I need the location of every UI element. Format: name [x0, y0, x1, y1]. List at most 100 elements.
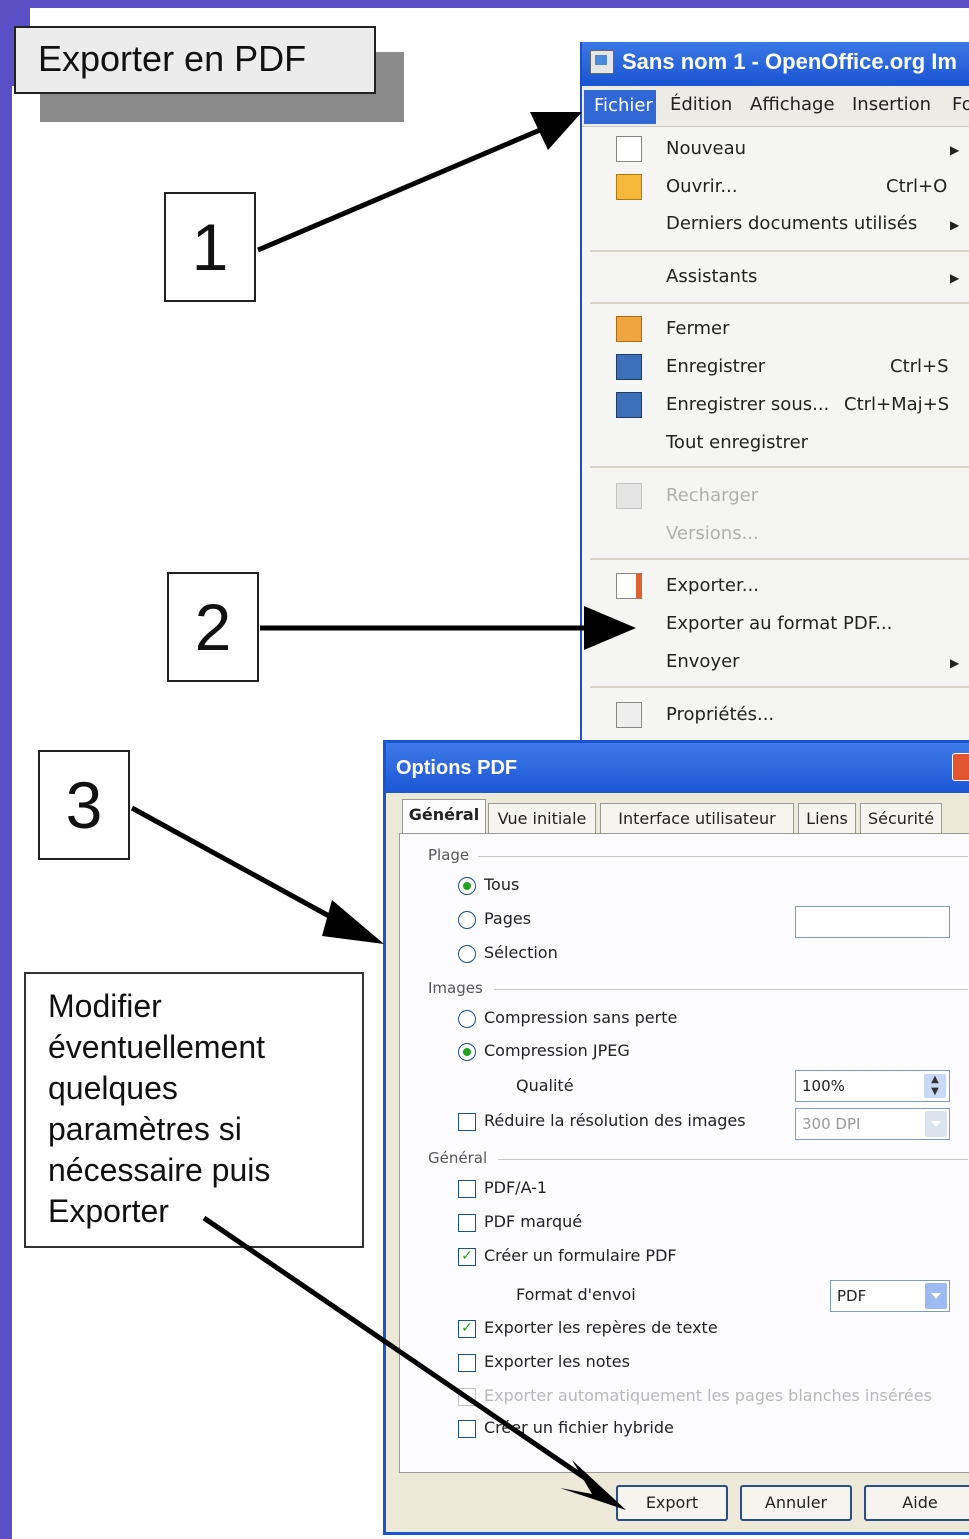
menu-item-enregistrer-sous[interactable]: Enregistrer sous... [666, 394, 829, 415]
format-envoi-label: Format d'envoi [516, 1285, 636, 1304]
menu-item-envoyer[interactable]: Envoyer [666, 651, 740, 672]
checkbox-pdf-marque[interactable] [458, 1214, 476, 1232]
instruction-note: Modifier éventuellement quelques paramèt… [24, 972, 364, 1248]
checkbox-pages-blanches [458, 1388, 476, 1406]
menu-separator [590, 686, 969, 688]
cancel-button[interactable]: Annuler [740, 1485, 852, 1521]
radio-tous-label: Tous [484, 875, 520, 894]
checkbox-formulaire-pdf[interactable]: ✓ [458, 1248, 476, 1266]
shortcut-ouvrir: Ctrl+O [886, 176, 948, 197]
step-1-label: 1 [164, 192, 256, 302]
tab-interface-utilisateur[interactable]: Interface utilisateur [600, 803, 794, 833]
chevron-down-icon [925, 1111, 947, 1137]
note-line: nécessaire puis [48, 1152, 271, 1188]
menu-affichage[interactable]: Affichage [750, 94, 835, 115]
menu-item-exporter-pdf[interactable]: Exporter au format PDF... [666, 613, 892, 634]
properties-icon [616, 702, 642, 728]
checkbox-reperes-texte[interactable]: ✓ [458, 1320, 476, 1338]
radio-selection[interactable] [458, 945, 476, 963]
menu-separator [590, 466, 969, 468]
tab-liens[interactable]: Liens [798, 803, 856, 833]
checkbox-pdf-marque-label: PDF marqué [484, 1212, 583, 1231]
tab-vue-initiale[interactable]: Vue initiale [488, 803, 596, 833]
menu-item-tout-enregistrer[interactable]: Tout enregistrer [666, 432, 808, 453]
group-divider [478, 856, 968, 857]
menu-item-exporter[interactable]: Exporter... [666, 575, 759, 596]
menu-edition[interactable]: Édition [670, 94, 732, 115]
radio-compression-sans-perte[interactable] [458, 1010, 476, 1028]
shortcut-enregistrer-sous: Ctrl+Maj+S [844, 394, 950, 415]
menu-item-versions: Versions... [666, 523, 759, 544]
menu-separator [590, 302, 969, 304]
radio-compression-sans-perte-label: Compression sans perte [484, 1008, 678, 1027]
window-titlebar: Sans nom 1 - OpenOffice.org Im [582, 42, 969, 86]
checkbox-reperes-texte-label: Exporter les repères de texte [484, 1318, 718, 1337]
menu-format[interactable]: Fo [952, 94, 969, 115]
menu-item-fermer[interactable]: Fermer [666, 318, 730, 339]
quality-value: 100% [802, 1077, 845, 1095]
quality-spinbox[interactable]: 100% ▲ ▼ [795, 1070, 950, 1102]
tab-securite[interactable]: Sécurité [860, 803, 942, 833]
quality-label: Qualité [516, 1076, 574, 1095]
step-2-label: 2 [167, 572, 259, 682]
submenu-arrow-icon: ▶ [950, 656, 960, 670]
format-envoi-value: PDF [837, 1287, 867, 1305]
export-button[interactable]: Export [616, 1485, 728, 1521]
checkbox-reduire-resolution-label: Réduire la résolution des images [484, 1111, 746, 1130]
frame-left-border [0, 0, 12, 1539]
menu-insertion[interactable]: Insertion [852, 94, 931, 115]
menu-fichier-label: Fichier [594, 95, 653, 116]
save-as-icon [616, 392, 642, 418]
radio-selection-label: Sélection [484, 943, 558, 962]
page-title: Exporter en PDF [14, 26, 376, 94]
dialog-titlebar: Options PDF [386, 743, 969, 793]
radio-compression-jpeg-label: Compression JPEG [484, 1041, 630, 1060]
submenu-arrow-icon: ▶ [950, 143, 960, 157]
group-general-label: Général [428, 1149, 488, 1167]
shortcut-enregistrer: Ctrl+S [890, 356, 949, 377]
checkbox-fichier-hybride-label: Créer un fichier hybride [484, 1418, 674, 1437]
checkbox-pdfa-label: PDF/A-1 [484, 1178, 548, 1197]
note-line: Exporter [48, 1193, 169, 1229]
group-divider [494, 989, 968, 990]
close-icon[interactable] [952, 753, 969, 781]
radio-pages-label: Pages [484, 909, 532, 928]
checkbox-notes-label: Exporter les notes [484, 1352, 630, 1371]
radio-compression-jpeg[interactable] [458, 1043, 476, 1061]
checkbox-fichier-hybride[interactable] [458, 1420, 476, 1438]
chevron-down-icon[interactable] [925, 1283, 947, 1309]
pages-input[interactable] [795, 906, 950, 938]
checkbox-notes[interactable] [458, 1354, 476, 1372]
tab-general[interactable]: Général [402, 799, 486, 835]
save-icon [616, 354, 642, 380]
menu-item-derniers-documents[interactable]: Derniers documents utilisés [666, 213, 917, 234]
export-icon [616, 573, 642, 599]
format-envoi-select[interactable]: PDF [830, 1280, 950, 1312]
radio-tous[interactable] [458, 877, 476, 895]
close-document-icon [616, 316, 642, 342]
menu-fichier[interactable]: Fichier [584, 90, 656, 124]
open-folder-icon [616, 174, 642, 200]
spin-arrows-icon[interactable]: ▲ ▼ [924, 1074, 946, 1098]
general-tab-panel: Plage Tous Pages Sélection Images Compre… [399, 833, 969, 1473]
radio-pages[interactable] [458, 911, 476, 929]
openoffice-app-icon [590, 50, 614, 74]
menu-item-ouvrir[interactable]: Ouvrir... [666, 176, 738, 197]
menu-item-proprietes[interactable]: Propriétés... [666, 704, 774, 725]
checkbox-pages-blanches-label: Exporter automatiquement les pages blanc… [484, 1386, 932, 1405]
note-line: quelques [48, 1070, 178, 1106]
submenu-arrow-icon: ▶ [950, 218, 960, 232]
menu-item-recharger: Recharger [666, 485, 759, 506]
menu-item-assistants[interactable]: Assistants [666, 266, 757, 287]
menu-item-enregistrer[interactable]: Enregistrer [666, 356, 765, 377]
dpi-value: 300 DPI [802, 1115, 861, 1133]
submenu-arrow-icon: ▶ [950, 271, 960, 285]
checkbox-reduire-resolution[interactable] [458, 1113, 476, 1131]
checkbox-pdfa[interactable] [458, 1180, 476, 1198]
menubar: Fichier Édition Affichage Insertion Fo [582, 86, 969, 127]
menu-item-nouveau[interactable]: Nouveau [666, 138, 746, 159]
note-line: éventuellement [48, 1029, 266, 1065]
checkbox-formulaire-pdf-label: Créer un formulaire PDF [484, 1246, 677, 1265]
openoffice-window: Sans nom 1 - OpenOffice.org Im Fichier É… [580, 42, 969, 742]
help-button[interactable]: Aide [864, 1485, 969, 1521]
